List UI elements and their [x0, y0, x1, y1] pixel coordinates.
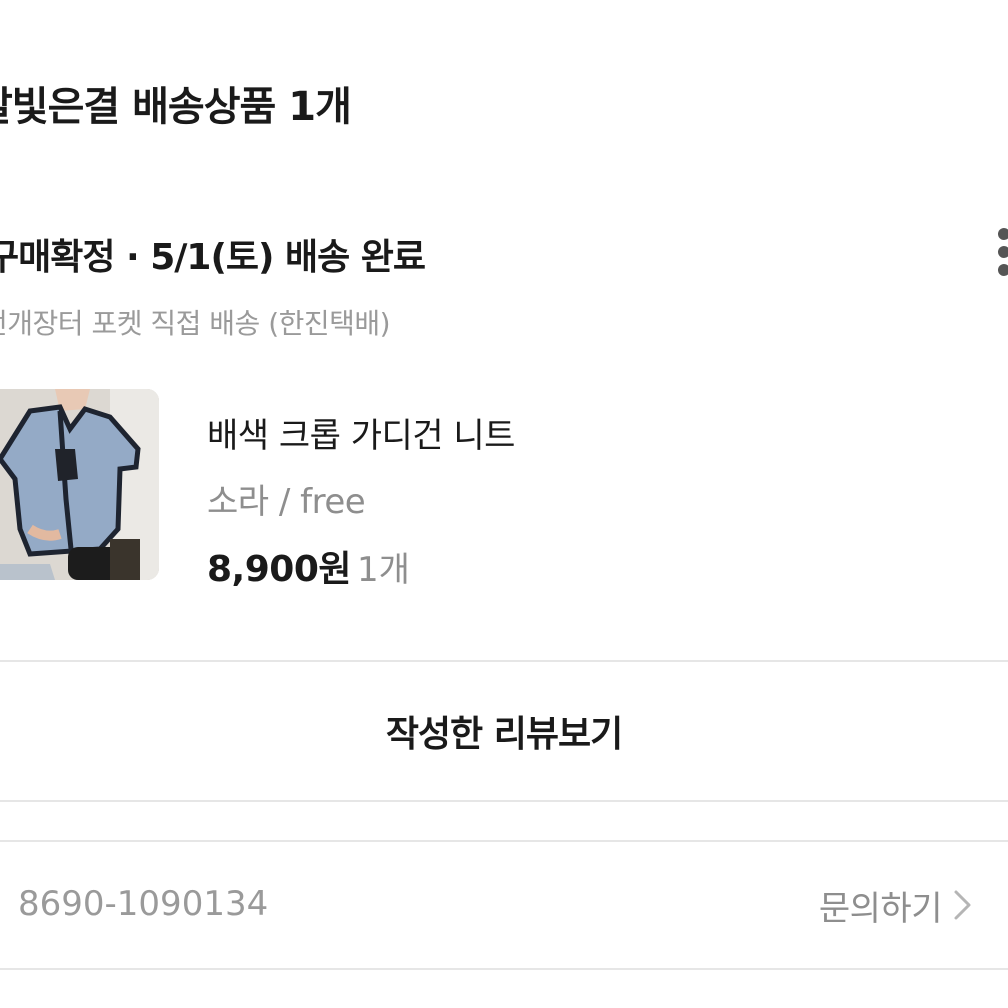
- product-name[interactable]: 배색 크롭 가디건 니트: [207, 408, 515, 457]
- inquiry-label: 문의하기: [818, 888, 943, 929]
- more-vertical-icon[interactable]: [994, 226, 1008, 278]
- divider-middle: [0, 800, 1008, 802]
- product-option: 소라 / free: [207, 482, 366, 522]
- order-status: 구매확정 · 5/1(토) 배송 완료: [0, 237, 426, 278]
- product-quantity: 1개: [357, 550, 410, 590]
- delivery-method: 번개장터 포켓 직접 배송 (한진택배): [0, 307, 391, 340]
- inquiry-button[interactable]: 문의하기: [819, 880, 974, 930]
- seller-shipment-title: 달빛은결 배송상품 1개: [0, 84, 352, 130]
- view-review-button[interactable]: 작성한 리뷰보기: [0, 662, 1008, 800]
- order-detail-page: 달빛은결 배송상품 1개 구매확정 · 5/1(토) 배송 완료 번개장터 포켓…: [0, 0, 1008, 1008]
- chevron-right-icon: [954, 890, 971, 920]
- price-row: 8,900원 1개: [207, 540, 410, 592]
- product-thumbnail[interactable]: [0, 389, 159, 580]
- order-number: 8690-1090134: [18, 884, 269, 924]
- divider-bottom: [0, 968, 1008, 970]
- divider-section: [0, 840, 1008, 842]
- product-photo: [0, 389, 159, 580]
- product-price: 8,900원: [207, 549, 352, 590]
